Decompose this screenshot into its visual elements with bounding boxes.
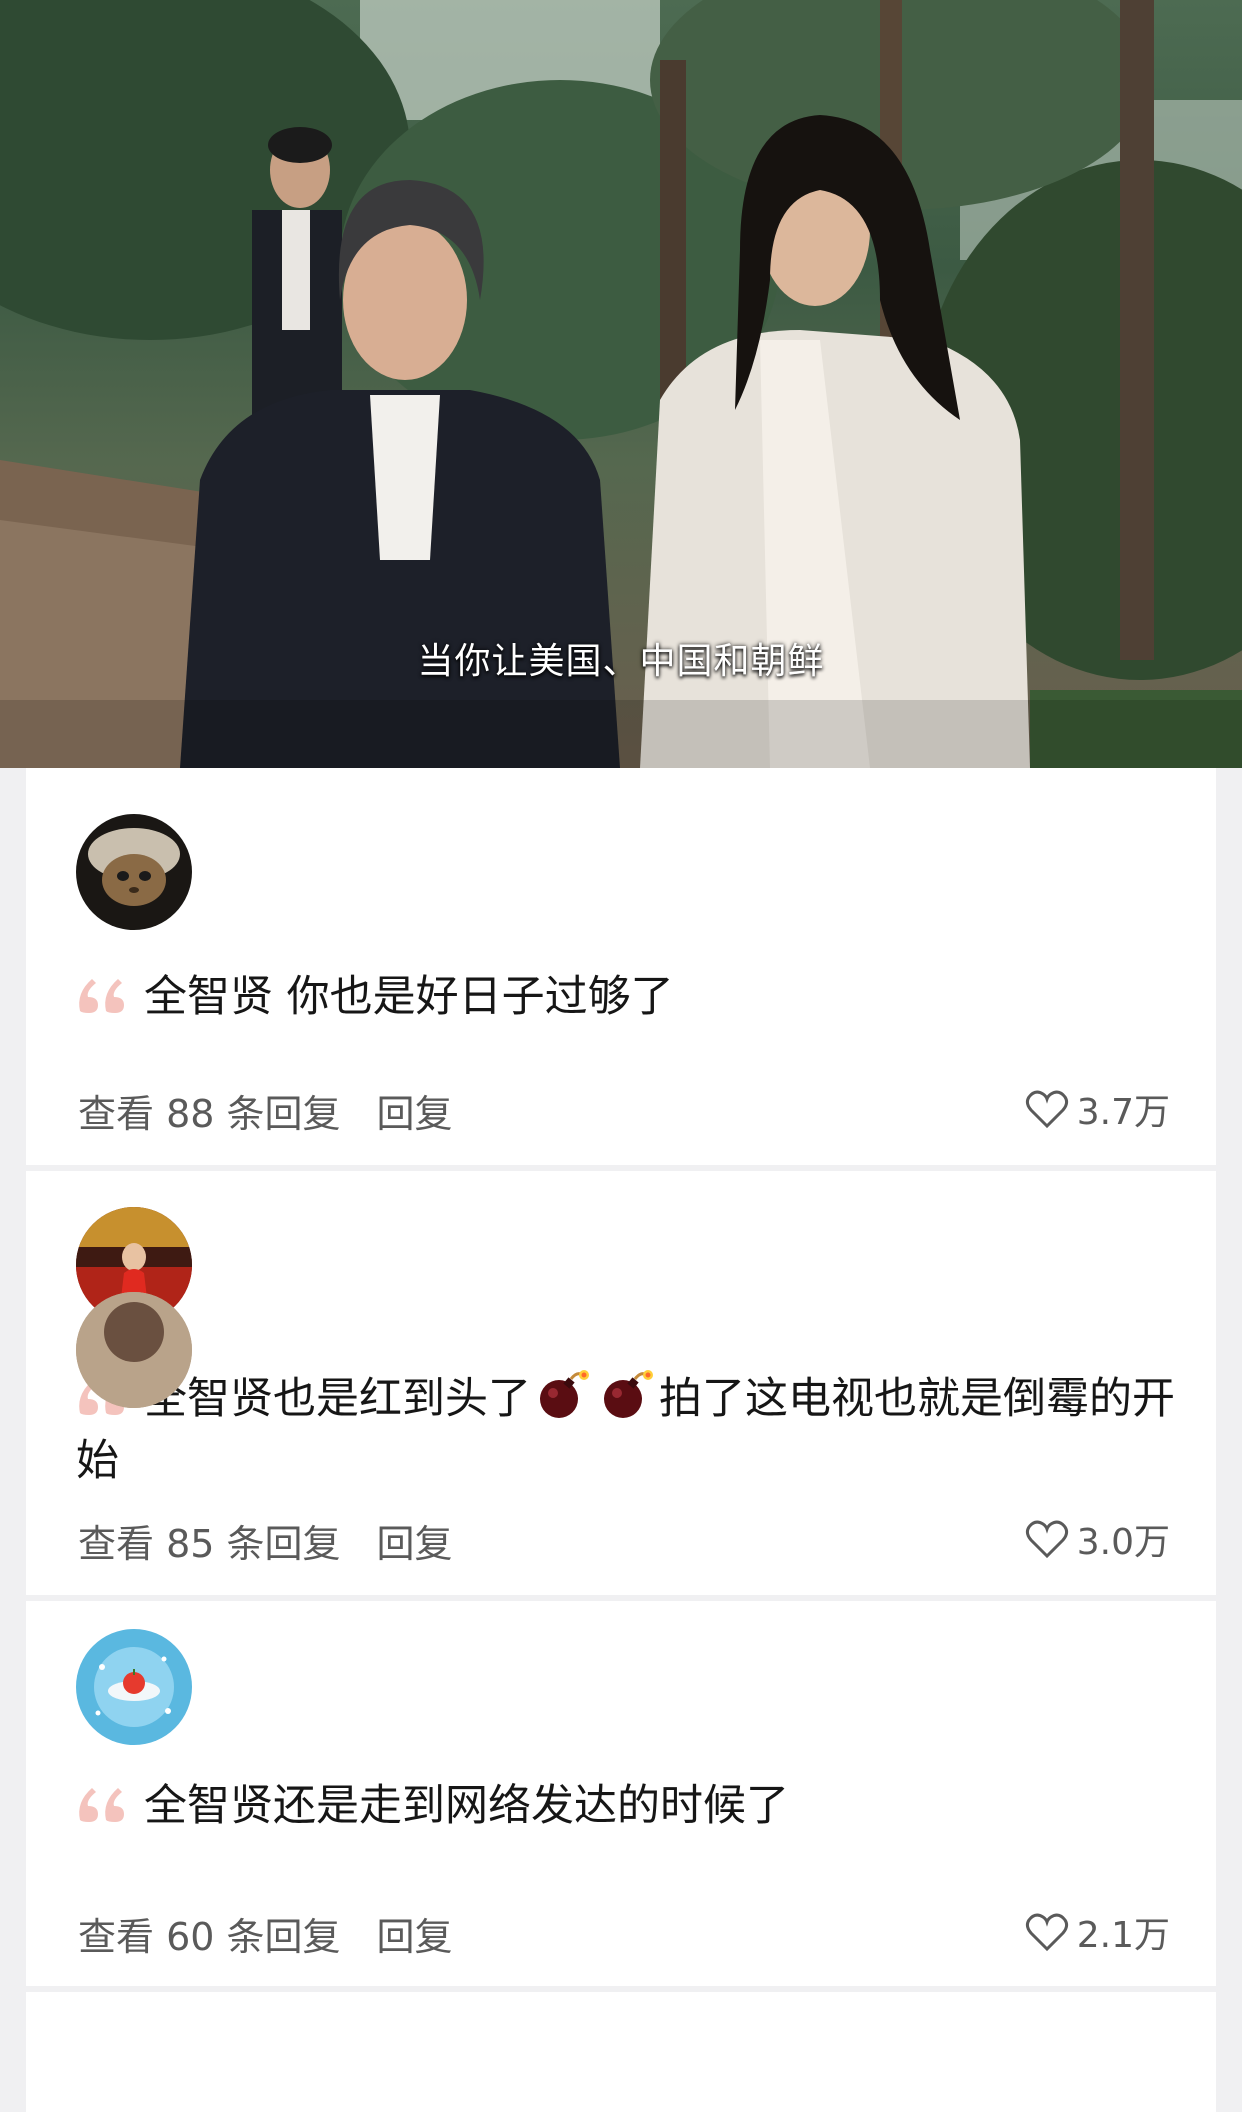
bomb-icon: [604, 1370, 653, 1418]
like-count: 3.7万: [1076, 1092, 1170, 1133]
view-replies-link[interactable]: 查看 85 条回复: [78, 1522, 341, 1566]
avatar[interactable]: [76, 1292, 192, 1408]
quote-icon: [79, 979, 124, 1013]
comment-text: 全智贤也是红到头了: [144, 1374, 531, 1424]
view-replies-link[interactable]: 查看 88 条回复: [78, 1092, 341, 1136]
comment-item: [26, 1992, 1216, 2112]
like-button[interactable]: 2.1万: [1025, 1906, 1170, 1958]
comment-item: 全智贤也是红到头了 拍了这电视也就是倒霉的开始 查看 85 条回复 回复 3.0…: [26, 1171, 1216, 1595]
avatar[interactable]: [76, 814, 192, 930]
comment-item: 全智贤 你也是好日子过够了 查看 88 条回复 回复 3.7万: [26, 768, 1216, 1165]
reply-button[interactable]: 回复: [377, 1522, 453, 1566]
comment-text: 全智贤 你也是好日子过够了: [144, 972, 674, 1022]
comment-item: 全智贤还是走到网络发达的时候了 查看 60 条回复 回复 2.1万: [26, 1601, 1216, 1986]
like-button[interactable]: 3.7万: [1025, 1083, 1170, 1135]
comment-text: 全智贤还是走到网络发达的时候了: [144, 1781, 789, 1831]
bomb-icon: [540, 1370, 589, 1418]
video-frame[interactable]: 当你让美国、中国和朝鲜: [0, 0, 1242, 768]
heart-icon: [1025, 1913, 1068, 1952]
comment-body: 全智贤 你也是好日子过够了: [76, 966, 1176, 1028]
reply-button[interactable]: 回复: [377, 1915, 453, 1959]
video-subtitle: 当你让美国、中国和朝鲜: [417, 641, 825, 682]
like-button[interactable]: 3.0万: [1025, 1513, 1170, 1565]
comment-body: 全智贤还是走到网络发达的时候了: [76, 1775, 1176, 1837]
comment-meta: 查看 85 条回复 回复: [78, 1513, 453, 1568]
comment-body: 全智贤也是红到头了 拍了这电视也就是倒霉的开始: [76, 1367, 1176, 1492]
reply-button[interactable]: 回复: [377, 1092, 453, 1136]
comment-meta: 查看 88 条回复 回复: [78, 1083, 453, 1138]
view-replies-link[interactable]: 查看 60 条回复: [78, 1915, 341, 1959]
quote-icon: [79, 1788, 124, 1822]
avatar[interactable]: [76, 1629, 192, 1745]
comment-meta: 查看 60 条回复 回复: [78, 1906, 453, 1961]
heart-icon: [1025, 1090, 1068, 1129]
heart-icon: [1025, 1520, 1068, 1559]
like-count: 3.0万: [1076, 1522, 1170, 1563]
like-count: 2.1万: [1076, 1915, 1170, 1956]
